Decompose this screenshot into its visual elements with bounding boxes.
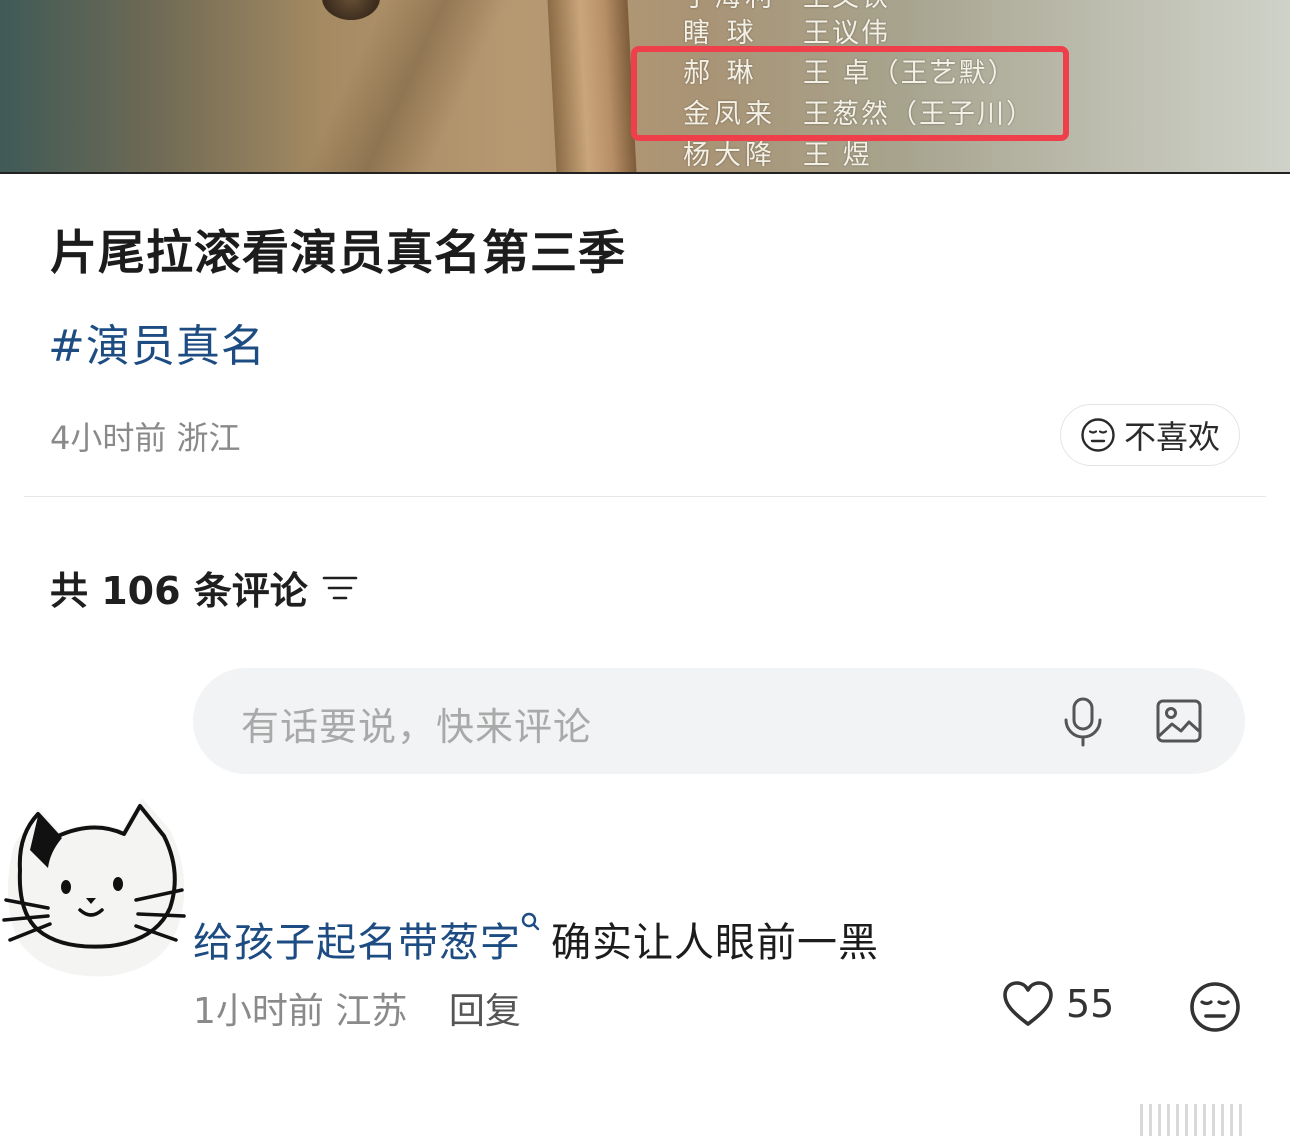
neutral-face-icon[interactable] — [1188, 980, 1242, 1034]
comment-meta: 1小时前 江苏 回复 — [193, 982, 521, 1034]
credit-role: 杨大降 — [683, 140, 776, 171]
dislike-label: 不喜欢 — [1123, 418, 1220, 456]
post-meta: 4小时前 浙江 — [50, 419, 241, 457]
reply-button[interactable]: 回复 — [449, 991, 521, 1032]
comment-input-placeholder: 有话要说，快来评论 — [241, 705, 593, 749]
scroll-indicator — [1140, 1104, 1242, 1136]
section-divider — [24, 496, 1266, 497]
highlight-box — [631, 46, 1069, 141]
image-icon[interactable] — [1155, 698, 1203, 744]
heart-icon — [1003, 981, 1053, 1026]
comment-input[interactable]: 有话要说，快来评论 — [193, 668, 1245, 774]
video-thumbnail[interactable]: 于海利 王文铁 瞎 球 王议伟 郝 琳 王 卓（王艺默） 金凤来 王葱然（王子川… — [0, 0, 1290, 173]
comment-count: 共 106 条评论 — [50, 560, 358, 615]
comment-body: 确实让人眼前一黑 — [551, 920, 879, 966]
filter-lines-icon[interactable] — [322, 573, 358, 603]
coat-shadow — [220, 0, 550, 173]
credit-role: 于海利 — [683, 0, 776, 14]
neutral-face-icon — [1081, 418, 1115, 452]
search-keyword-link[interactable]: 给孩子起名带葱字 — [193, 920, 521, 966]
comment-text: 给孩子起名带葱字 确实让人眼前一黑 — [193, 910, 879, 968]
cat-drawing-avatar[interactable] — [0, 790, 200, 990]
bag-strap — [547, 0, 637, 173]
comment-count-label: 共 106 条评论 — [50, 569, 308, 613]
credit-actor: 王 煜 — [803, 140, 872, 171]
post-title: 片尾拉滚看演员真名第三季 — [50, 226, 626, 281]
like-count: 55 — [1066, 982, 1115, 1026]
like-button[interactable]: 55 — [1002, 980, 1114, 1028]
hashtag-link[interactable]: #演员真名 — [48, 310, 266, 374]
comment-time-location: 1小时前 江苏 — [193, 991, 408, 1032]
microphone-icon[interactable] — [1061, 696, 1105, 748]
dislike-button[interactable]: 不喜欢 — [1060, 404, 1240, 466]
credit-actor: 王文铁 — [803, 0, 890, 14]
divider-line — [0, 172, 1290, 174]
search-icon[interactable] — [521, 912, 541, 934]
